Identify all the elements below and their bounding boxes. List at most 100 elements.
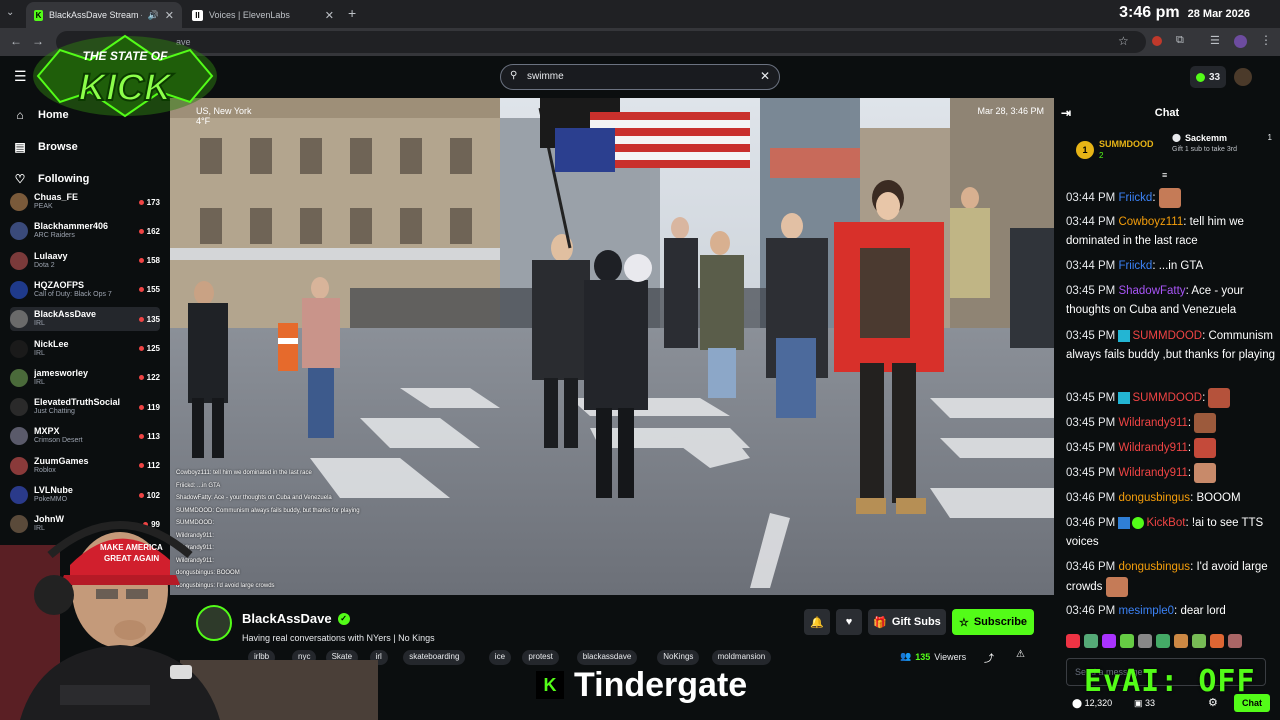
bookmark-star-icon[interactable]: ☆ <box>1118 34 1129 48</box>
nav-following[interactable]: ♡ Following <box>14 172 90 186</box>
profile-icon[interactable] <box>1234 35 1247 48</box>
message-user[interactable]: dongusbingus <box>1118 492 1190 504</box>
settings-gear-icon[interactable]: ⚙ <box>1208 696 1218 709</box>
report-icon[interactable]: ⚠ <box>1016 649 1025 660</box>
message-user[interactable]: Cowboyz111 <box>1118 216 1183 228</box>
chat-message[interactable]: 03:45 PM Wildrandy911: <box>1066 413 1276 433</box>
extensions-icon[interactable]: ⧉ <box>1176 34 1184 47</box>
following-viewers: 158 <box>139 256 160 265</box>
message-user[interactable]: Wildrandy911 <box>1118 442 1187 454</box>
following-item[interactable]: Lulaavy Dota 2 158 <box>10 249 160 273</box>
message-user[interactable]: Friickd <box>1118 260 1152 272</box>
notifications-button[interactable]: 🔔 <box>804 609 830 635</box>
chat-message[interactable]: 03:46 PM KickBot: !ai to see TTS voices <box>1066 514 1276 552</box>
subscribe-button[interactable]: ☆ Subscribe <box>952 609 1034 635</box>
extension-record-icon[interactable] <box>1152 36 1162 46</box>
chat-message[interactable]: 03:44 PM Cowboyz111: tell him we dominat… <box>1066 213 1276 251</box>
following-text: NickLee IRL <box>34 339 133 359</box>
chat-message[interactable]: 03:46 PM mesimple0: dear lord <box>1066 602 1276 621</box>
following-item[interactable]: Chuas_FE PEAK 173 <box>10 190 160 214</box>
following-viewers: 173 <box>139 198 160 207</box>
heart-icon: ♡ <box>14 172 26 186</box>
chat-message[interactable]: 03:45 PM Wildrandy911: <box>1066 463 1276 483</box>
message-user[interactable]: SUMMDOOD <box>1132 330 1202 342</box>
following-item[interactable]: LVLNube PokeMMO 102 <box>10 483 160 507</box>
following-item[interactable]: ElevatedTruthSocial Just Chatting 119 <box>10 395 160 419</box>
clear-search-icon[interactable]: ✕ <box>760 69 770 83</box>
message-user[interactable]: Friickd <box>1118 192 1152 204</box>
emote-icon[interactable] <box>1084 634 1098 648</box>
message-text: BOOOM <box>1196 492 1241 504</box>
send-chat-button[interactable]: Chat <box>1234 694 1270 712</box>
close-tab-icon[interactable]: ✕ <box>165 9 174 22</box>
following-name: Blackhammer406 <box>34 221 109 232</box>
gift-leaderboard[interactable]: 1 SUMMDOOD 2 ⬤ Sackemm 1 Gift 1 sub to t… <box>1062 132 1272 168</box>
chat-message[interactable]: 03:44 PM Friickd: <box>1066 188 1276 208</box>
viewer-count-value: 135 <box>915 651 931 662</box>
emote-icon[interactable] <box>1156 634 1170 648</box>
emote-icon[interactable] <box>1174 634 1188 648</box>
emote-icon[interactable] <box>1120 634 1134 648</box>
browser-menu-icon[interactable]: ⋮ <box>1260 33 1272 47</box>
chat-message[interactable]: 03:44 PM Friickd: ...in GTA <box>1066 257 1276 276</box>
emote-icon[interactable] <box>1228 634 1242 648</box>
verified-badge-icon <box>1132 516 1145 529</box>
tab-list-icon[interactable]: ⌄ <box>6 7 14 18</box>
overlay-chat-line: Friickd: ...in GTA <box>176 482 221 489</box>
message-user[interactable]: ShadowFatty <box>1118 285 1185 297</box>
user-avatar[interactable] <box>1234 68 1252 86</box>
chat-message[interactable]: 03:45 PM SUMMDOOD: <box>1066 388 1276 408</box>
following-item[interactable]: jamesworley IRL 122 <box>10 366 160 390</box>
collapse-leaderboard-icon[interactable]: ≡ <box>1162 170 1167 180</box>
chat-message[interactable]: 03:45 PM SUMMDOOD: Communism always fail… <box>1066 327 1276 365</box>
emote-icon[interactable] <box>1210 634 1224 648</box>
following-item[interactable]: Blackhammer406 ARC Raiders 162 <box>10 219 160 243</box>
emote-icon[interactable] <box>1102 634 1116 648</box>
kick-points-footer-count: 12,320 <box>1084 698 1113 708</box>
emote-icon[interactable] <box>1192 634 1206 648</box>
speaker-icon[interactable]: 🔊 <box>148 10 159 21</box>
message-user[interactable]: SUMMDOOD <box>1132 392 1202 404</box>
message-user[interactable]: mesimple0 <box>1118 605 1174 617</box>
stream-tag[interactable]: skateboarding <box>403 650 466 665</box>
gift-cta-text: Gift 1 sub to take 3rd <box>1172 146 1237 153</box>
following-item[interactable]: ZuumGames Roblox 112 <box>10 454 160 478</box>
search-input[interactable]: ⚲ swimme ✕ <box>500 64 780 90</box>
back-icon[interactable]: ← <box>10 34 22 48</box>
channel-avatar <box>10 427 28 446</box>
message-user[interactable]: KickBot <box>1146 517 1185 529</box>
message-user[interactable]: dongusbingus <box>1118 561 1190 573</box>
following-category: Just Chatting <box>34 408 75 416</box>
chat-message[interactable]: 03:46 PM dongusbingus: BOOOM <box>1066 489 1276 508</box>
following-item[interactable]: MXPX Crimson Desert 113 <box>10 424 160 448</box>
following-text: jamesworley IRL <box>34 368 133 388</box>
hamburger-menu-icon[interactable]: ☰ <box>14 68 27 85</box>
emote-icon[interactable] <box>1138 634 1152 648</box>
reading-list-icon[interactable]: ☰ <box>1210 34 1220 47</box>
message-user[interactable]: Wildrandy911 <box>1118 417 1187 429</box>
share-icon[interactable]: ⤴ <box>984 650 994 665</box>
chat-message[interactable]: 03:45 PM ShadowFatty: Ace - your thought… <box>1066 282 1276 320</box>
kick-points-badge[interactable]: 33 <box>1190 66 1226 88</box>
chat-message[interactable]: 03:46 PM dongusbingus: I'd avoid large c… <box>1066 558 1276 597</box>
following-item[interactable]: NickLee IRL 125 <box>10 337 160 361</box>
stream-tag[interactable]: ice <box>488 650 512 665</box>
following-viewers: 102 <box>139 491 160 500</box>
kick-points-footer[interactable]: ⬤ 12,320 <box>1072 698 1112 709</box>
tab-kick-stream[interactable]: K BlackAssDave Stream - Wat 🔊 ✕ <box>26 2 182 28</box>
system-clock: 3:46 pm 28 Mar 2026 <box>1119 4 1250 22</box>
new-tab-icon[interactable]: + <box>348 5 356 21</box>
message-text: ...in GTA <box>1158 260 1204 272</box>
subs-footer[interactable]: ▣ 33 <box>1134 698 1155 709</box>
following-item[interactable]: HQZAOFPS Call of Duty: Black Ops 7 155 <box>10 278 160 302</box>
collapse-chat-icon[interactable]: ⇥ <box>1061 106 1071 120</box>
gift-subs-button[interactable]: 🎁 Gift Subs <box>868 609 946 635</box>
emote-icon[interactable] <box>1066 634 1080 648</box>
following-item[interactable]: BlackAssDave IRL 135 <box>10 307 160 332</box>
chat-message[interactable]: 03:45 PM Wildrandy911: <box>1066 438 1276 458</box>
close-tab-icon[interactable]: ✕ <box>325 9 334 22</box>
message-user[interactable]: Wildrandy911 <box>1118 467 1187 479</box>
nav-browse[interactable]: ▤ Browse <box>14 140 77 154</box>
follow-button[interactable]: ♥ <box>836 609 862 635</box>
tab-elevenlabs[interactable]: II Voices | ElevenLabs ✕ <box>184 2 342 28</box>
